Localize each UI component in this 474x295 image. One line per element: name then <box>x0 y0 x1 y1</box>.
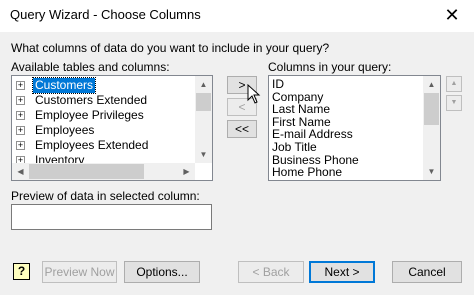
list-item[interactable]: + Customers Extended <box>12 93 195 108</box>
list-item[interactable]: First Name <box>272 116 331 128</box>
expand-plus-icon[interactable]: + <box>16 126 25 135</box>
title-bar: Query Wizard - Choose Columns ✕ <box>0 0 474 32</box>
list-item-label: Customers <box>31 77 97 94</box>
available-horizontal-scrollbar[interactable]: ◀ ▶ <box>12 163 195 180</box>
list-item-label: Customers Extended <box>35 93 148 107</box>
available-vertical-scrollbar[interactable]: ▲ ▼ <box>195 76 212 163</box>
scroll-thumb[interactable] <box>424 93 439 125</box>
move-down-button[interactable]: ▼ <box>446 95 462 111</box>
list-item[interactable]: Mobile Phone <box>272 179 345 180</box>
scroll-thumb[interactable] <box>29 164 144 179</box>
window-title: Query Wizard - Choose Columns <box>10 7 201 22</box>
mouse-pointer-icon <box>247 84 261 104</box>
list-item[interactable]: Business Phone <box>272 154 359 166</box>
preview-label: Preview of data in selected column: <box>11 189 200 203</box>
list-item[interactable]: Home Phone <box>272 166 342 178</box>
expand-plus-icon[interactable]: + <box>16 81 25 90</box>
scroll-up-icon[interactable]: ▲ <box>195 76 212 93</box>
list-item[interactable]: + Employees <box>12 123 195 138</box>
list-item[interactable]: + Employee Privileges <box>12 108 195 123</box>
close-icon[interactable]: ✕ <box>430 0 474 32</box>
options-button[interactable]: Options... <box>124 261 200 283</box>
list-item-label: Employees <box>35 123 95 137</box>
preview-field[interactable] <box>11 204 212 230</box>
list-item[interactable]: Company <box>272 91 323 103</box>
scroll-left-icon[interactable]: ◀ <box>12 163 29 180</box>
columns-label: Columns in your query: <box>268 60 392 74</box>
list-item[interactable]: E-mail Address <box>272 128 353 140</box>
available-label: Available tables and columns: <box>11 60 170 74</box>
next-button[interactable]: Next > <box>309 261 375 283</box>
query-columns-list[interactable]: ID Company Last Name First Name E-mail Addre… <box>268 75 441 181</box>
list-item[interactable]: ID <box>272 78 284 90</box>
scroll-down-icon[interactable]: ▼ <box>195 146 212 163</box>
scroll-right-icon[interactable]: ▶ <box>178 163 195 180</box>
list-item[interactable]: Job Title <box>272 141 317 153</box>
expand-plus-icon[interactable]: + <box>16 141 25 150</box>
list-item[interactable]: + Customers <box>12 77 195 94</box>
scroll-down-icon[interactable]: ▼ <box>423 163 440 180</box>
move-up-button[interactable]: ▲ <box>446 76 462 92</box>
available-tables-list[interactable]: + Customers + Customers Extended + Employee P… <box>11 75 213 181</box>
back-button[interactable]: < Back <box>238 261 304 283</box>
columns-vertical-scrollbar[interactable]: ▲ ▼ <box>423 76 440 180</box>
list-item-label: Employees Extended <box>35 138 149 152</box>
expand-plus-icon[interactable]: + <box>16 96 25 105</box>
prompt-text: What columns of data do you want to incl… <box>11 41 330 55</box>
remove-all-columns-button[interactable]: << <box>227 120 257 138</box>
expand-plus-icon[interactable]: + <box>16 111 25 120</box>
help-icon[interactable]: ? <box>13 263 30 280</box>
list-item[interactable]: + Employees Extended <box>12 138 195 153</box>
cancel-button[interactable]: Cancel <box>392 261 462 283</box>
scroll-up-icon[interactable]: ▲ <box>423 76 440 93</box>
preview-now-button[interactable]: Preview Now <box>42 261 117 283</box>
list-item[interactable]: Last Name <box>272 103 330 115</box>
scroll-thumb[interactable] <box>196 93 211 111</box>
list-item-label: Employee Privileges <box>35 108 144 122</box>
